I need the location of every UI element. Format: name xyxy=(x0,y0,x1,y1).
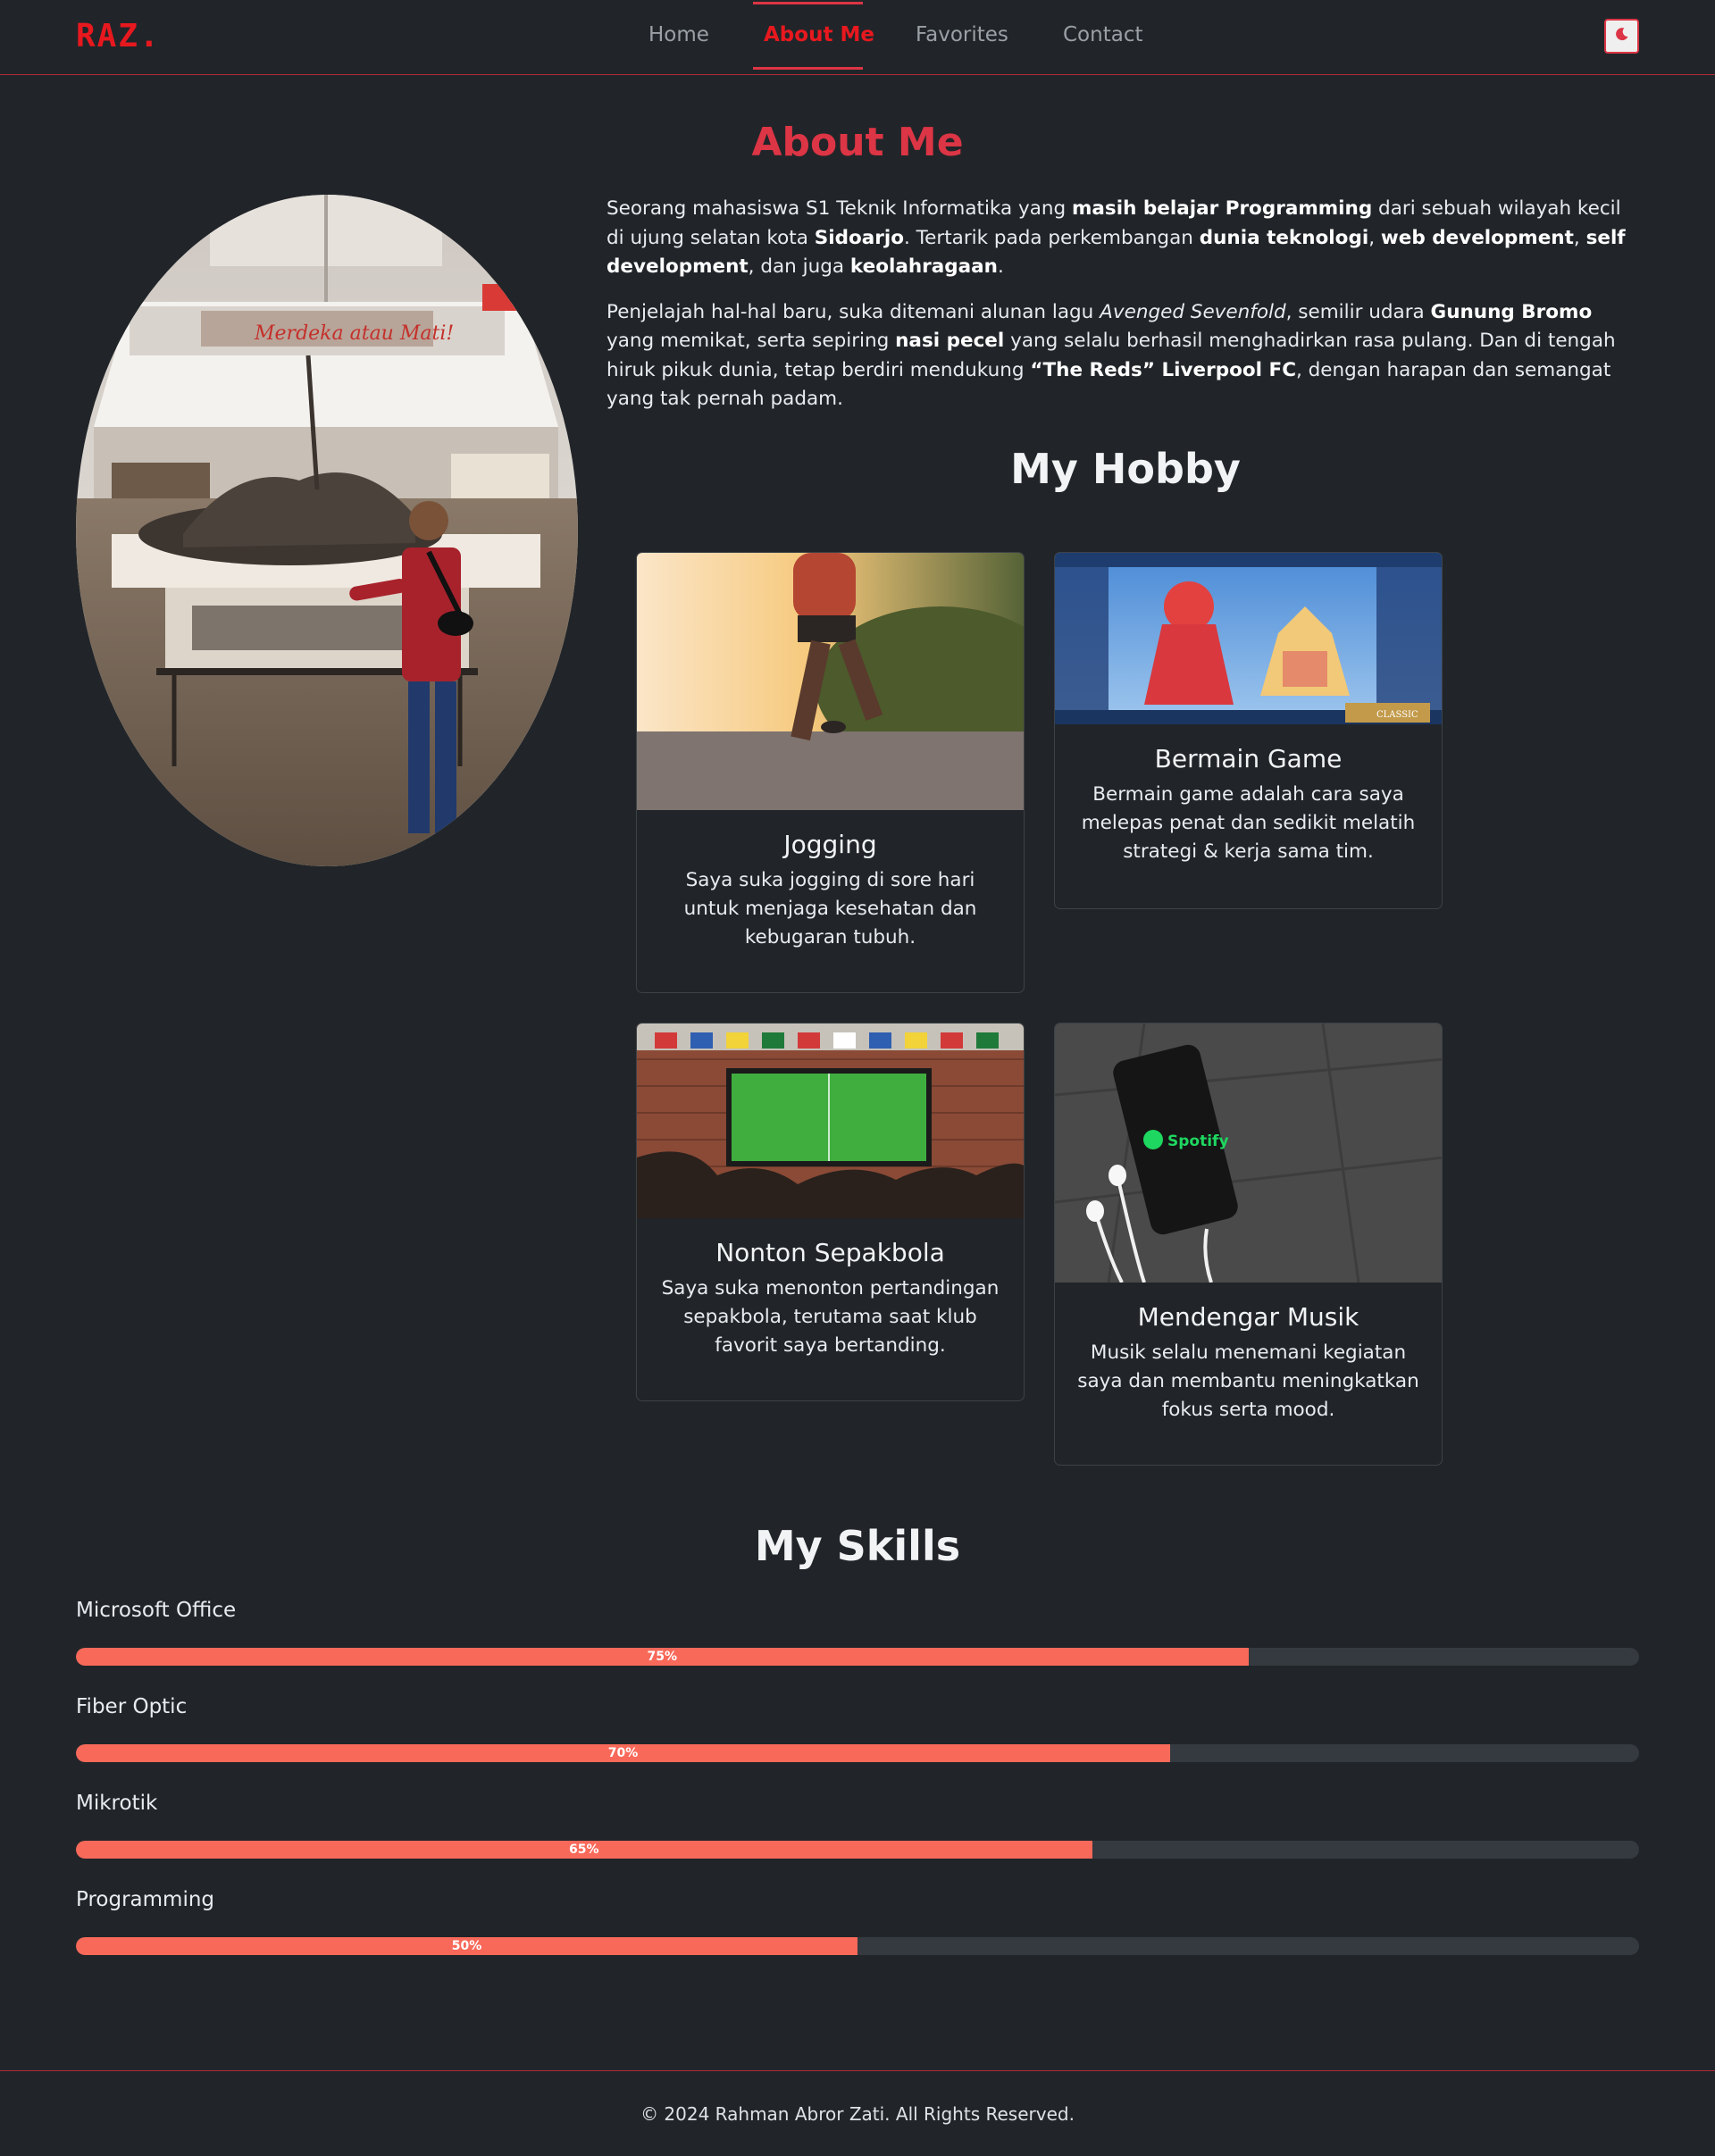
svg-text:Merdeka atau Mati!: Merdeka atau Mati! xyxy=(254,322,454,345)
game-badge-text: CLASSIC xyxy=(1376,710,1418,720)
hobby-card-text: Bermain game adalah cara saya melepas pe… xyxy=(1081,783,1416,863)
p1-segment: , xyxy=(1573,226,1586,249)
skill-progress-fill: 65% xyxy=(76,1841,1092,1859)
hobby-card-text: Saya suka menonton pertandingan sepakbol… xyxy=(661,1277,1000,1357)
hobby-card-title: Jogging xyxy=(783,830,877,859)
nav-active-indicator-bottom xyxy=(753,67,863,70)
skill-progress-fill: 70% xyxy=(76,1744,1170,1762)
hobby-title: My Hobby xyxy=(1010,445,1241,493)
skill-progress-bar: 50% xyxy=(76,1937,1639,1955)
p1-segment: web development xyxy=(1380,226,1574,249)
skill-label: Programming xyxy=(76,1888,215,1911)
nav-active-indicator-top xyxy=(753,2,863,4)
p2-segment: “The Reds” Liverpool FC xyxy=(1030,358,1296,381)
skill-progress-fill: 50% xyxy=(76,1937,858,1955)
hobby-card-music: Spotify Mendengar Musik Musik selalu men… xyxy=(1054,1023,1443,1466)
nav-about-me[interactable]: About Me xyxy=(764,23,874,46)
footer-copyright: © 2024 Rahman Abror Zati. All Rights Res… xyxy=(640,2103,1075,2125)
p2-segment: Penjelajah hal-hal baru, suka ditemani a… xyxy=(607,300,1100,323)
skill-progress-bar: 75% xyxy=(76,1648,1639,1666)
hobby-card-text: Musik selalu menemani kegiatan saya dan … xyxy=(1077,1341,1419,1421)
p1-segment: , dan juga xyxy=(748,255,850,278)
about-description: Seorang mahasiswa S1 Teknik Informatika … xyxy=(607,195,1639,430)
hobby-card-text: Saya suka jogging di sore hari untuk men… xyxy=(683,869,977,948)
p2-segment: Gunung Bromo xyxy=(1430,300,1593,323)
p1-segment: masih belajar Programming xyxy=(1072,197,1373,220)
music-image: Spotify xyxy=(1055,1024,1442,1283)
about-paragraph-2: Penjelajah hal-hal baru, suka ditemani a… xyxy=(607,298,1639,414)
hobby-card-football: Nonton Sepakbola Saya suka menonton pert… xyxy=(636,1023,1025,1401)
p2-segment: Avenged Sevenfold xyxy=(1100,300,1286,323)
football-image xyxy=(637,1024,1024,1218)
hobby-card-game: CLASSIC Bermain Game Bermain game adalah… xyxy=(1054,552,1443,909)
hobby-card-jogging: Jogging Saya suka jogging di sore hari u… xyxy=(636,552,1025,993)
p1-segment: Seorang mahasiswa S1 Teknik Informatika … xyxy=(607,197,1073,220)
p1-segment: . xyxy=(997,255,1004,278)
skill-label: Fiber Optic xyxy=(76,1695,188,1718)
p2-segment: yang memikat, serta sepiring xyxy=(607,330,896,352)
nav-contact[interactable]: Contact xyxy=(1063,23,1142,46)
jogging-image xyxy=(637,553,1024,810)
skill-progress-fill: 75% xyxy=(76,1648,1249,1666)
nav-links: Home About Me Favorites Contact xyxy=(0,0,1715,75)
p2-segment: nasi pecel xyxy=(895,330,1005,352)
navbar: RAZ. Home About Me Favorites Contact xyxy=(0,0,1715,75)
hobby-card-title: Nonton Sepakbola xyxy=(715,1238,945,1267)
p1-segment: , xyxy=(1368,226,1381,249)
skills-title: My Skills xyxy=(754,1522,961,1570)
hobby-card-title: Bermain Game xyxy=(1154,744,1343,773)
nav-home[interactable]: Home xyxy=(648,23,709,46)
nav-favorites[interactable]: Favorites xyxy=(916,23,1008,46)
spotify-logo-text: Spotify xyxy=(1167,1132,1229,1150)
p1-segment: Sidoarjo xyxy=(814,226,904,249)
hobby-card-title: Mendengar Musik xyxy=(1137,1302,1359,1332)
moon-icon xyxy=(1615,27,1629,46)
skill-progress-bar: 65% xyxy=(76,1841,1639,1859)
skill-label: Microsoft Office xyxy=(76,1599,237,1622)
skill-progress-bar: 70% xyxy=(76,1744,1639,1762)
footer: © 2024 Rahman Abror Zati. All Rights Res… xyxy=(0,2070,1715,2156)
p1-segment: dunia teknologi xyxy=(1199,226,1369,249)
profile-photo: Merdeka atau Mati! xyxy=(76,195,578,866)
about-paragraph-1: Seorang mahasiswa S1 Teknik Informatika … xyxy=(607,195,1639,282)
game-image: CLASSIC xyxy=(1055,553,1442,724)
p1-segment: . Tertarik pada perkembangan xyxy=(904,226,1200,249)
theme-toggle-button[interactable] xyxy=(1604,19,1639,54)
about-title: About Me xyxy=(751,120,964,165)
skill-label: Mikrotik xyxy=(76,1792,158,1815)
p2-segment: , semilir udara xyxy=(1285,300,1431,323)
p1-segment: keolahragaan xyxy=(849,255,998,278)
